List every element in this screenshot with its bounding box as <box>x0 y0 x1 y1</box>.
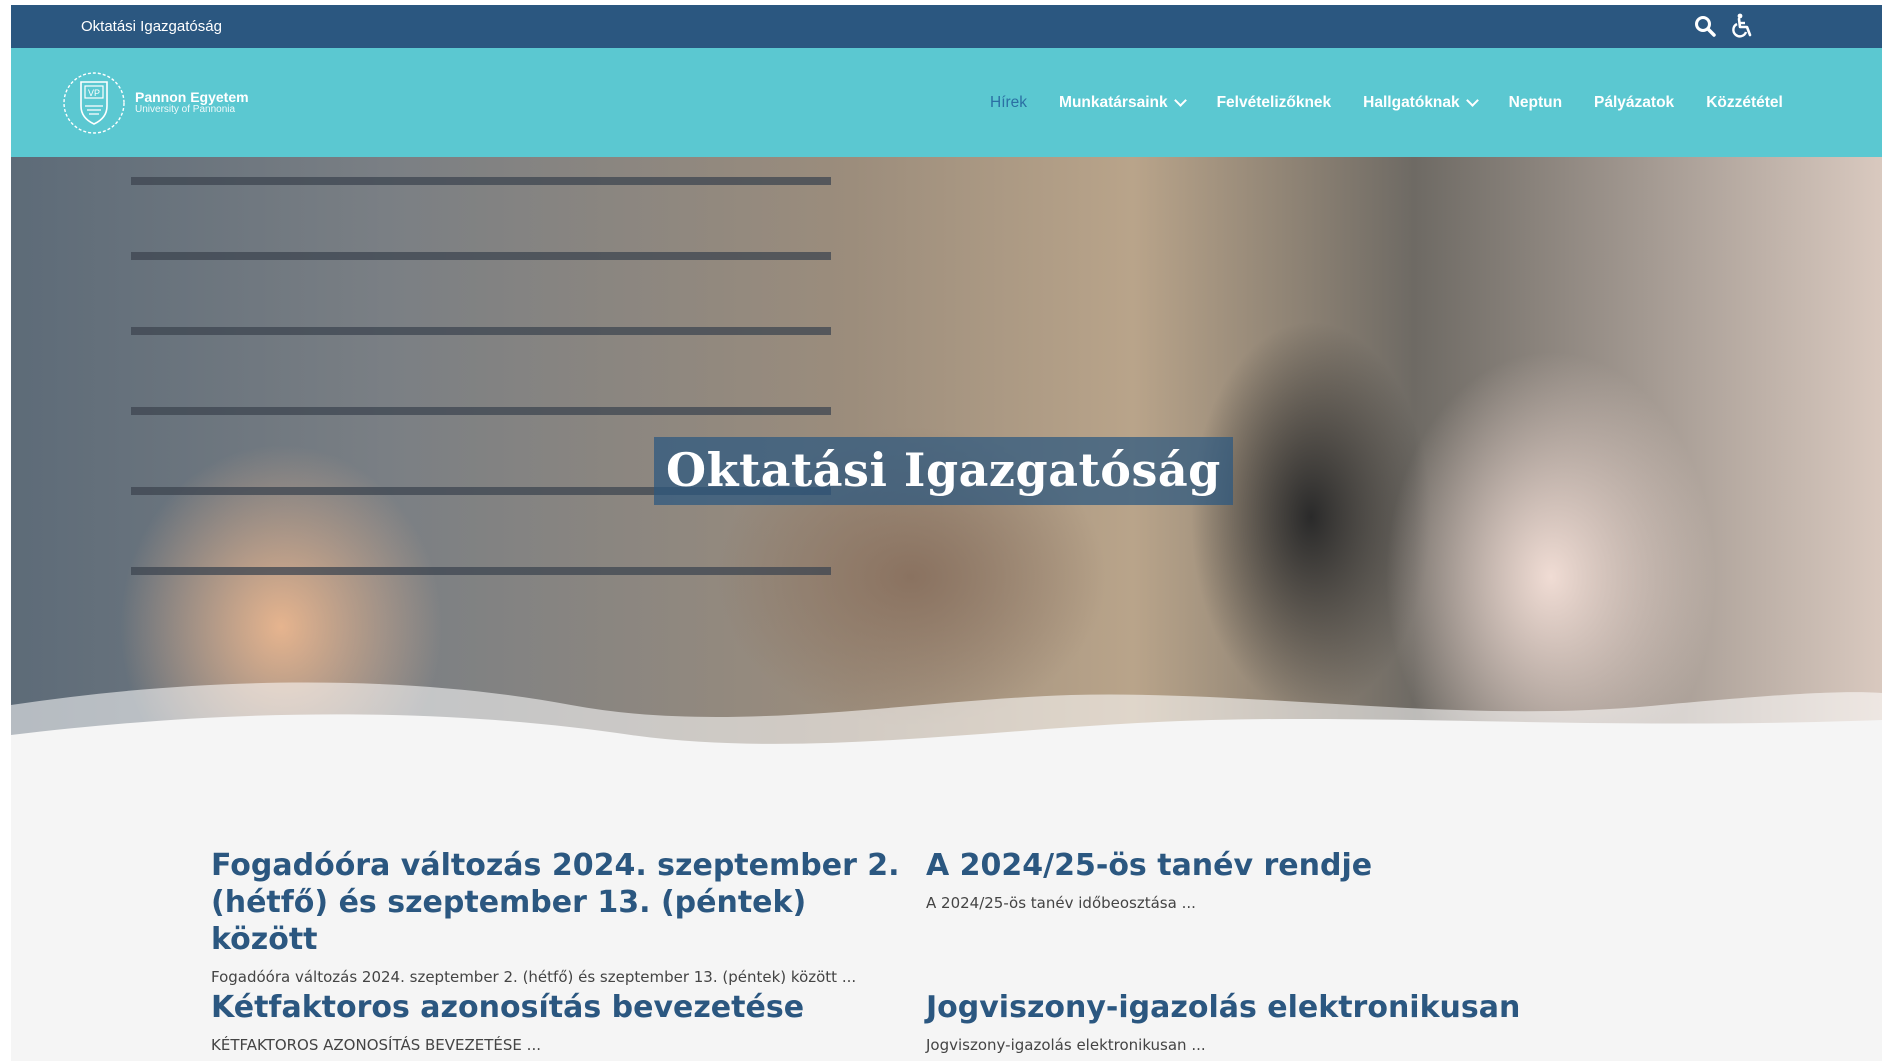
news-item: A 2024/25-ös tanév rendje A 2024/25-ös t… <box>926 847 1626 912</box>
nav-item-munkatarsaink[interactable]: Munkatársaink <box>1043 94 1201 112</box>
nav-item-felvetelizoknek[interactable]: Felvételizőknek <box>1201 94 1348 112</box>
news-excerpt: KÉTFAKTOROS AZONOSÍTÁS BEVEZETÉSE ... <box>211 1036 541 1054</box>
hero-photo-detail <box>131 327 831 335</box>
search-icon[interactable] <box>1692 13 1718 39</box>
news-title-link[interactable]: Kétfaktoros azonosítás bevezetése <box>211 989 911 1026</box>
logo-line2: University of Pannonia <box>135 104 236 116</box>
logo-line1: Pannon Egyetem <box>135 89 249 106</box>
news-title-link[interactable]: Fogadóóra változás 2024. szeptember 2. (… <box>211 847 911 958</box>
hero-photo-detail <box>131 407 831 415</box>
main-nav: Hírek Munkatársaink Felvételizőknek Hall… <box>974 48 1799 157</box>
wheelchair-icon[interactable] <box>1730 13 1756 39</box>
hero-photo-detail <box>131 252 831 260</box>
nav-label: Neptun <box>1508 93 1563 111</box>
news-title-link[interactable]: Jogviszony-igazolás elektronikusan <box>926 989 1626 1026</box>
site-name-link[interactable]: Oktatási Igazgatóság <box>81 18 222 35</box>
nav-label: Hallgatóknak <box>1363 93 1460 111</box>
nav-label: Munkatársaink <box>1059 93 1168 111</box>
nav-item-palyazatok[interactable]: Pályázatok <box>1578 94 1690 112</box>
nav-item-kozzetetel[interactable]: Közzététel <box>1690 94 1799 112</box>
chevron-down-icon <box>1465 94 1479 107</box>
top-tools <box>1692 13 1756 39</box>
emblem-monogram: VP <box>88 88 100 98</box>
logo-text: Pannon Egyetem University of Pannonia <box>135 90 249 115</box>
nav-label: Közzététel <box>1706 93 1783 111</box>
hero-photo-detail <box>131 177 831 185</box>
nav-label: Hírek <box>990 93 1028 111</box>
news-title-link[interactable]: A 2024/25-ös tanév rendje <box>926 847 1626 884</box>
nav-label: Felvételizőknek <box>1216 93 1332 111</box>
hero-photo-detail <box>131 567 831 575</box>
chevron-down-icon <box>1173 94 1187 107</box>
news-excerpt: Jogviszony-igazolás elektronikusan ... <box>926 1036 1206 1054</box>
news-item: Jogviszony-igazolás elektronikusan Jogvi… <box>926 989 1626 1054</box>
news-excerpt: A 2024/25-ös tanév időbeosztása ... <box>926 894 1196 912</box>
news-item: Kétfaktoros azonosítás bevezetése KÉTFAK… <box>211 989 911 1054</box>
nav-label: Pályázatok <box>1594 93 1675 111</box>
hero-wave-divider <box>11 682 1882 775</box>
university-emblem-icon: VP <box>63 72 125 134</box>
nav-item-neptun[interactable]: Neptun <box>1493 94 1578 112</box>
university-logo[interactable]: VP Pannon Egyetem University of Pannonia <box>61 70 249 136</box>
news-item: Fogadóóra változás 2024. szeptember 2. (… <box>211 847 911 986</box>
nav-item-hirek[interactable]: Hírek <box>974 94 1043 112</box>
hero-title: Oktatási Igazgatóság <box>654 437 1233 505</box>
main-navbar: VP Pannon Egyetem University of Pannonia… <box>11 48 1882 157</box>
top-bar: Oktatási Igazgatóság <box>11 5 1882 48</box>
nav-item-hallgatoknak[interactable]: Hallgatóknak <box>1347 94 1492 112</box>
news-excerpt: Fogadóóra változás 2024. szeptember 2. (… <box>211 968 857 986</box>
page: Oktatási Igazgatóság VP Pannon Egyetem U… <box>11 5 1882 1061</box>
